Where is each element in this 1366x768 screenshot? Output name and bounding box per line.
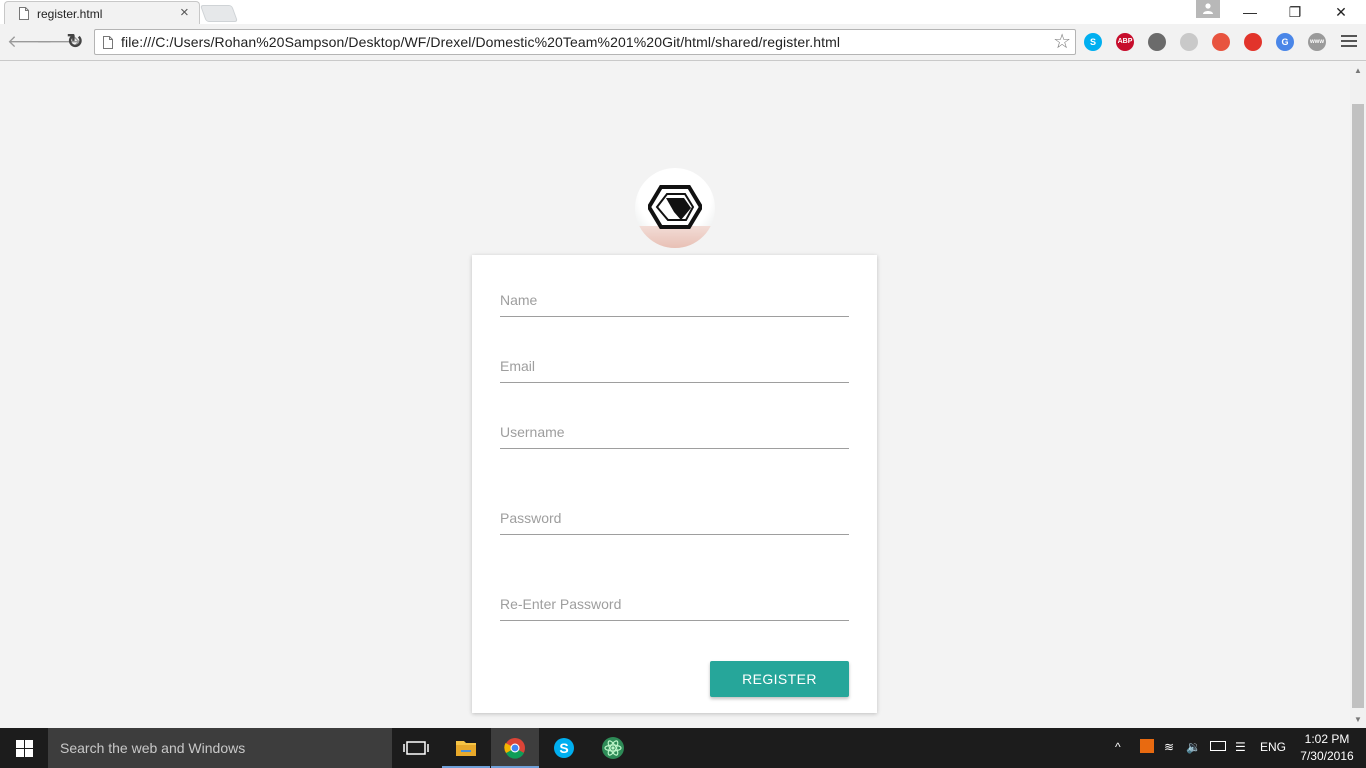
- back-button[interactable]: 🡐: [7, 32, 53, 52]
- email-field-wrapper: [500, 351, 849, 383]
- tab-strip: register.html × — ❐ ✕: [0, 0, 1366, 25]
- folder-icon: [456, 741, 476, 756]
- profile-button[interactable]: [1196, 0, 1220, 18]
- refresh-extension-icon[interactable]: [1180, 33, 1198, 51]
- browser-tab[interactable]: register.html ×: [4, 1, 200, 25]
- username-input[interactable]: [500, 417, 849, 447]
- email-input[interactable]: [500, 351, 849, 381]
- password-input[interactable]: [500, 503, 849, 533]
- minimize-button[interactable]: —: [1227, 0, 1273, 24]
- windows-taskbar: Search the web and Windows S ^ ≋ 🔉 ☰ ENG…: [0, 728, 1366, 768]
- scroll-down-arrow-icon[interactable]: ▼: [1354, 715, 1362, 724]
- chrome-menu-icon[interactable]: [1340, 32, 1358, 52]
- page-scrollbar[interactable]: ▲ ▼: [1350, 62, 1366, 728]
- site-logo: [635, 168, 715, 248]
- google-translate-icon[interactable]: G: [1276, 33, 1294, 51]
- username-field-wrapper: [500, 417, 849, 449]
- scroll-up-arrow-icon[interactable]: ▲: [1354, 66, 1362, 75]
- www-extension-icon[interactable]: www: [1308, 33, 1326, 51]
- blocked-extension-icon[interactable]: [1212, 33, 1230, 51]
- taskbar-search-text: Search the web and Windows: [60, 740, 246, 756]
- lightbulb-extension-icon[interactable]: [1148, 33, 1166, 51]
- clock[interactable]: 1:02 PM 7/30/2016: [1290, 731, 1364, 765]
- skype-icon: S: [554, 738, 574, 758]
- scrollbar-thumb[interactable]: [1352, 104, 1364, 708]
- task-view-button[interactable]: [392, 728, 440, 768]
- new-tab-button[interactable]: [199, 5, 239, 22]
- file-explorer-button[interactable]: [442, 728, 490, 768]
- browser-toolbar: 🡐 🡒 ↻ file:///C:/Users/Rohan%20Sampson/D…: [0, 24, 1366, 61]
- wifi-icon[interactable]: ≋: [1164, 740, 1174, 754]
- name-field-wrapper: [500, 285, 849, 317]
- task-view-icon: [403, 741, 429, 755]
- skype-extension-icon[interactable]: S: [1084, 33, 1102, 51]
- tray-chevron-up-icon[interactable]: ^: [1115, 740, 1121, 754]
- bookmark-star-icon[interactable]: ☆: [1053, 31, 1071, 53]
- adblock-plus-icon[interactable]: ABP: [1116, 33, 1134, 51]
- person-icon: [1203, 3, 1213, 14]
- clock-time: 1:02 PM: [1304, 732, 1350, 746]
- skype-taskbar-button[interactable]: S: [540, 728, 588, 768]
- page-icon: [19, 7, 29, 20]
- tray-app-icon[interactable]: [1140, 739, 1154, 753]
- hexagon-logo-icon: [648, 185, 702, 229]
- close-window-button[interactable]: ✕: [1318, 0, 1364, 24]
- battery-icon[interactable]: [1210, 741, 1226, 751]
- taskbar-search-box[interactable]: Search the web and Windows: [48, 728, 392, 768]
- name-input[interactable]: [500, 285, 849, 315]
- volume-icon[interactable]: 🔉: [1186, 740, 1201, 754]
- start-button[interactable]: [0, 728, 48, 768]
- register-button[interactable]: REGISTER: [710, 661, 849, 697]
- reenter-password-field-wrapper: [500, 589, 849, 621]
- atom-icon: [602, 737, 624, 759]
- atom-taskbar-button[interactable]: [589, 728, 637, 768]
- notifications-icon[interactable]: ☰: [1235, 740, 1246, 754]
- chrome-taskbar-button[interactable]: [491, 728, 539, 768]
- record-extension-icon[interactable]: [1244, 33, 1262, 51]
- forward-button[interactable]: 🡒: [36, 32, 82, 52]
- url-text[interactable]: file:///C:/Users/Rohan%20Sampson/Desktop…: [121, 34, 840, 50]
- language-indicator[interactable]: ENG: [1260, 740, 1286, 754]
- tab-close-icon[interactable]: ×: [180, 5, 189, 21]
- restore-button[interactable]: ❐: [1272, 0, 1318, 24]
- tab-title: register.html: [37, 7, 103, 21]
- register-card: REGISTER: [472, 255, 877, 713]
- clock-date: 7/30/2016: [1300, 749, 1354, 763]
- file-icon: [103, 36, 113, 49]
- windows-logo-icon: [16, 740, 33, 757]
- address-bar[interactable]: file:///C:/Users/Rohan%20Sampson/Desktop…: [94, 29, 1076, 55]
- password-field-wrapper: [500, 503, 849, 535]
- reenter-password-input[interactable]: [500, 589, 849, 619]
- reload-button[interactable]: ↻: [65, 32, 85, 52]
- svg-text:S: S: [559, 740, 568, 756]
- chrome-icon: [504, 738, 525, 759]
